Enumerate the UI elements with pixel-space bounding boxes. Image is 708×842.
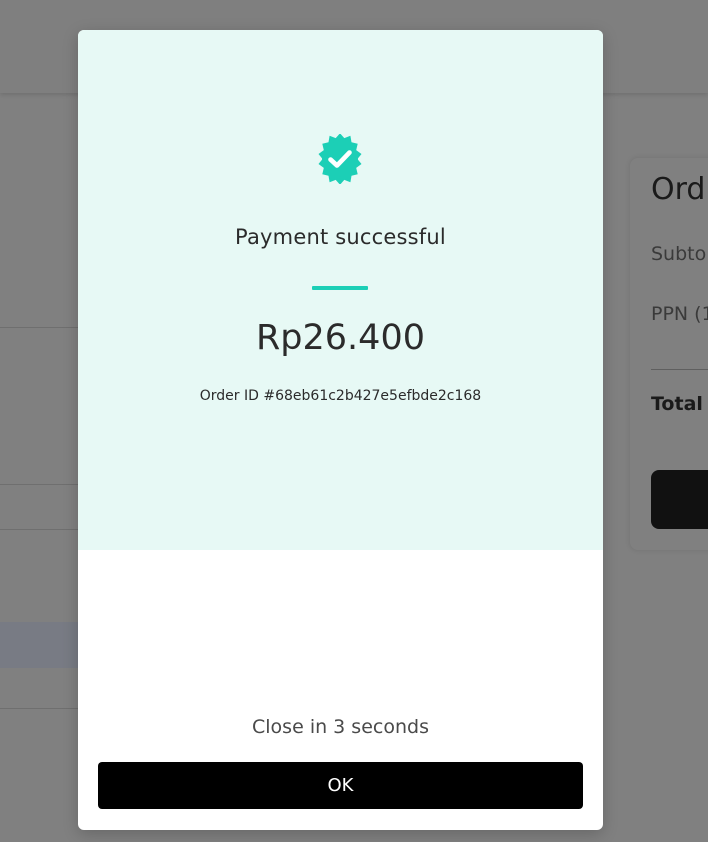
background-divider (0, 708, 80, 709)
background-divider (0, 529, 80, 530)
background-card-divider (651, 369, 708, 370)
background-divider (0, 327, 80, 328)
auto-close-countdown: Close in 3 seconds (252, 716, 429, 738)
payment-success-modal: Payment successful Rp26.400 Order ID #68… (78, 30, 603, 830)
background-tax-label: PPN (1 (651, 303, 708, 325)
payment-amount: Rp26.400 (255, 318, 425, 358)
background-selected-row (0, 622, 80, 668)
payment-status-title: Payment successful (235, 225, 446, 249)
success-panel: Payment successful Rp26.400 Order ID #68… (78, 30, 603, 550)
order-id: Order ID #68eb61c2b427e5efbde2c168 (199, 388, 482, 404)
verified-check-badge-icon (318, 134, 362, 184)
background-subtotal-label: Subto (651, 243, 707, 265)
background-order-summary-title: Ord (651, 172, 706, 207)
background-checkout-button (651, 470, 708, 529)
accent-divider (312, 286, 368, 290)
background-total-label: Total (651, 393, 703, 415)
page: Ord Subto PPN (1 Total Payment successfu… (0, 0, 708, 842)
background-divider (0, 484, 80, 485)
ok-button[interactable]: OK (98, 762, 583, 809)
